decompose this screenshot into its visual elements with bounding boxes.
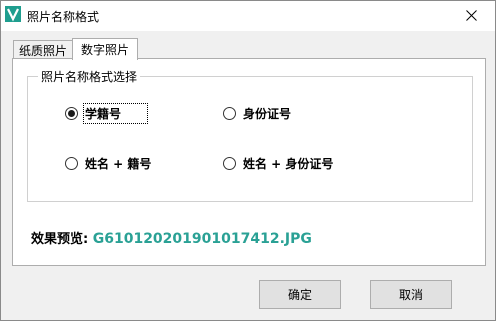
window-title: 照片名称格式 xyxy=(27,10,100,24)
radio-student-id[interactable]: 学籍号 xyxy=(65,103,149,124)
preview-row: 效果预览: G610120201901017412.JPG xyxy=(31,228,312,247)
radio-name-student-id[interactable]: 姓名 + 籍号 xyxy=(65,155,151,172)
radio-label-id-card: 身份证号 xyxy=(243,107,292,121)
tab-panel-digital-photo: 照片名称格式选择 学籍号 身份证号 姓名 + 籍号 姓名 + 身份证号 效果预览… xyxy=(12,58,486,266)
title-bar[interactable]: 照片名称格式 xyxy=(1,1,495,31)
tab-paper-photo[interactable]: 纸质照片 xyxy=(13,40,73,59)
preview-label: 效果预览: xyxy=(31,232,89,247)
name-format-groupbox: 照片名称格式选择 学籍号 身份证号 姓名 + 籍号 姓名 + 身份证号 xyxy=(27,68,473,202)
close-icon xyxy=(465,9,477,21)
radio-unchecked-icon xyxy=(223,157,236,170)
groupbox-legend: 照片名称格式选择 xyxy=(38,68,141,85)
radio-label-student-id: 学籍号 xyxy=(82,103,149,124)
radio-name-id-card[interactable]: 姓名 + 身份证号 xyxy=(223,155,333,172)
radio-unchecked-icon xyxy=(65,157,78,170)
radio-checked-icon xyxy=(65,107,78,120)
radio-unchecked-icon xyxy=(223,107,236,120)
cancel-button[interactable]: 取消 xyxy=(370,280,452,309)
radio-id-card[interactable]: 身份证号 xyxy=(223,105,291,122)
radio-label-name-student-id: 姓名 + 籍号 xyxy=(85,157,152,171)
close-button[interactable] xyxy=(451,1,491,29)
app-logo-icon xyxy=(5,6,21,22)
ok-button[interactable]: 确定 xyxy=(259,280,341,309)
radio-label-name-id-card: 姓名 + 身份证号 xyxy=(243,157,334,171)
preview-value: G610120201901017412.JPG xyxy=(92,231,312,247)
tab-digital-photo[interactable]: 数字照片 xyxy=(72,38,138,60)
dialog-window: 照片名称格式 纸质照片 数字照片 照片名称格式选择 学籍号 身份证号 姓名 + … xyxy=(0,0,496,321)
